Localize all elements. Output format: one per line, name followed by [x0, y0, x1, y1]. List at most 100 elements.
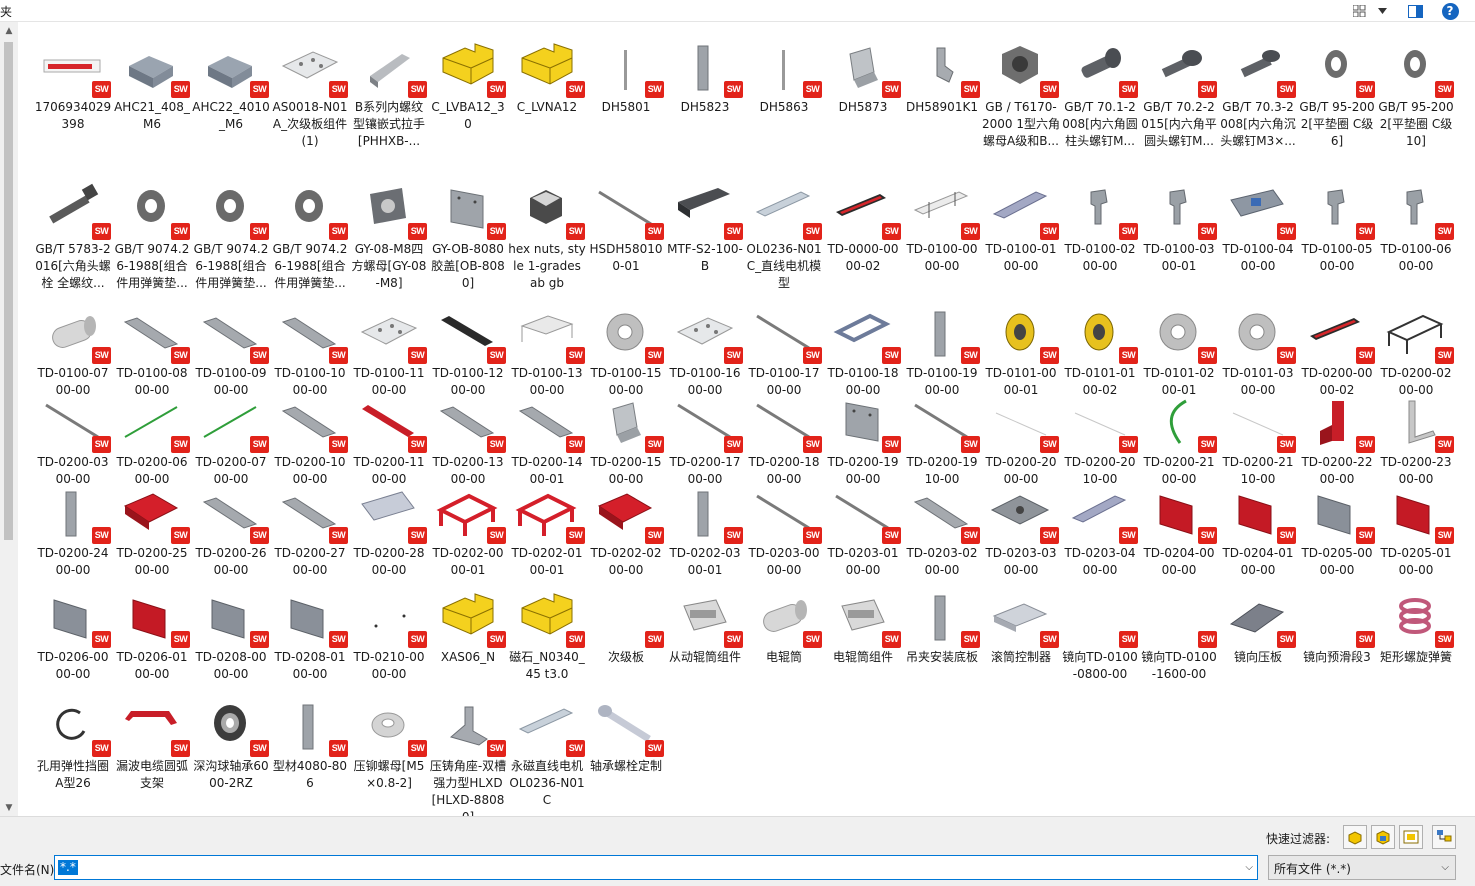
file-thumbnail: SW — [1304, 178, 1375, 240]
file-item[interactable]: SW TD-0200-2800-00 — [350, 482, 428, 598]
file-item[interactable]: SW TD-0203-0100-00 — [824, 482, 902, 598]
view-mode-button[interactable] — [1349, 0, 1371, 22]
file-item[interactable]: SW DH5873 — [824, 36, 902, 152]
file-item[interactable]: SW 深沟球轴承6000-2RZ — [192, 695, 270, 811]
file-item[interactable]: SW B系列内螺纹型镶嵌式拉手[PHHXB-... — [350, 36, 428, 152]
file-item[interactable]: SW TD-0203-0400-00 — [1061, 482, 1139, 598]
file-item[interactable]: SW HSDH580100-01 — [587, 178, 665, 294]
file-item[interactable]: SW 镜向TD-0100-1600-00 — [1140, 586, 1218, 702]
preview-pane-button[interactable] — [1404, 0, 1426, 22]
file-item[interactable]: SW TD-0204-0100-00 — [1219, 482, 1297, 598]
file-item[interactable]: SW AHC22_4010_M6 — [192, 36, 270, 152]
file-item[interactable]: SW 压铆螺母[M5×0.8-2] — [350, 695, 428, 811]
file-item[interactable]: SW GB∕T 70.1-2008[内六角圆柱头螺钉M... — [1061, 36, 1139, 152]
file-item[interactable]: SW TD-0100-0600-00 — [1377, 178, 1455, 294]
file-item[interactable]: SW 镜向压板 — [1219, 586, 1297, 702]
file-item[interactable]: SW hex nuts, style 1-grades ab gb — [508, 178, 586, 294]
file-item[interactable]: SW GB∕T 9074.26-1988[组合件用弹簧垫... — [271, 178, 349, 294]
file-item[interactable]: SW TD-0100-0500-00 — [1298, 178, 1376, 294]
file-item[interactable]: SW TD-0203-0300-00 — [982, 482, 1060, 598]
file-item[interactable]: SW GB / T6170-2000 1型六角螺母A级和B... — [982, 36, 1060, 152]
file-item[interactable]: SW TD-0000-0000-02 — [824, 178, 902, 294]
chevron-down-icon[interactable]: ⌵ — [1245, 862, 1253, 873]
help-button[interactable]: ? — [1439, 0, 1461, 22]
file-item[interactable]: SW 磁石_N0340_45 t3.0 — [508, 586, 586, 702]
file-item[interactable]: SW TD-0202-0100-01 — [508, 482, 586, 598]
file-item[interactable]: SW TD-0203-0200-00 — [903, 482, 981, 598]
top-tab[interactable]: 夹 — [0, 0, 16, 22]
file-item[interactable]: SW TD-0205-0100-00 — [1377, 482, 1455, 598]
file-item[interactable]: SW GB∕T 95-2002[平垫圈 C级 10] — [1377, 36, 1455, 152]
solidworks-badge-icon: SW — [487, 223, 506, 240]
file-item[interactable]: SW TD-0202-0300-01 — [666, 482, 744, 598]
file-item[interactable]: SW TD-0206-0100-00 — [113, 586, 191, 702]
file-item[interactable]: SW TD-0100-0400-00 — [1219, 178, 1297, 294]
file-item[interactable]: SW TD-0100-0000-00 — [903, 178, 981, 294]
file-item[interactable]: SW GY-08-M8四方螺母[GY-08-M8] — [350, 178, 428, 294]
file-item[interactable]: SW 1706934029398 — [34, 36, 112, 152]
scroll-up-arrow[interactable]: ▲ — [0, 22, 18, 39]
file-item[interactable]: SW TD-0205-0000-00 — [1298, 482, 1376, 598]
file-item[interactable]: SW TD-0206-0000-00 — [34, 586, 112, 702]
file-item[interactable]: SW C_LVBA12_30 — [429, 36, 507, 152]
filter-drawings-button[interactable] — [1399, 825, 1423, 849]
file-item[interactable]: SW 轴承螺栓定制 — [587, 695, 665, 811]
file-item[interactable]: SW TD-0100-0200-00 — [1061, 178, 1139, 294]
file-item[interactable]: SW GB∕T 95-2002[平垫圈 C级 6] — [1298, 36, 1376, 152]
file-item[interactable]: SW TD-0200-2500-00 — [113, 482, 191, 598]
file-item[interactable]: SW TD-0202-0000-01 — [429, 482, 507, 598]
file-item[interactable]: SW AS0018-N01A_次级板组件(1) — [271, 36, 349, 152]
file-item[interactable]: SW 镜向TD-0100-0800-00 — [1061, 586, 1139, 702]
file-item[interactable]: SW 镜向预滑段3 — [1298, 586, 1376, 702]
file-item[interactable]: SW压铸角座-双槽强力型HLXD[HLXD-88080] — [429, 695, 507, 824]
file-item[interactable]: SW 电辊筒组件 — [824, 586, 902, 702]
file-item[interactable]: SW TD-0202-0200-00 — [587, 482, 665, 598]
file-item[interactable]: SW 次级板 — [587, 586, 665, 702]
filter-parts-button[interactable] — [1343, 825, 1367, 849]
filter-toplevel-button[interactable] — [1432, 825, 1456, 849]
file-item[interactable]: SW TD-0200-2400-00 — [34, 482, 112, 598]
file-item[interactable]: SW 永磁直线电机OL0236-N01C — [508, 695, 586, 811]
file-item[interactable]: SW TD-0200-2700-00 — [271, 482, 349, 598]
file-item[interactable]: SW GB∕T 5783-2016[六角头螺栓 全螺纹... — [34, 178, 112, 294]
file-item[interactable]: SW 孔用弹性挡圈A型26 — [34, 695, 112, 811]
solidworks-badge-icon: SW — [92, 631, 111, 648]
scroll-down-arrow[interactable]: ▼ — [0, 799, 18, 816]
file-item[interactable]: SW GB∕T 9074.26-1988[组合件用弹簧垫... — [192, 178, 270, 294]
view-dropdown-button[interactable] — [1371, 0, 1393, 22]
file-item[interactable]: SW TD-0200-2600-00 — [192, 482, 270, 598]
file-item[interactable]: SW DH58901K1 — [903, 36, 981, 152]
scroll-thumb[interactable] — [4, 42, 13, 540]
file-item[interactable]: SW DH5801 — [587, 36, 665, 152]
file-item[interactable]: SW GB∕T 70.2-2015[内六角平圆头螺钉M... — [1140, 36, 1218, 152]
file-item[interactable]: SW TD-0210-0000-00 — [350, 586, 428, 702]
file-item[interactable]: SW 电辊筒 — [745, 586, 823, 702]
filter-assemblies-button[interactable] — [1371, 825, 1395, 849]
file-item[interactable]: SW DH5863 — [745, 36, 823, 152]
file-item[interactable]: SW TD-0208-0000-00 — [192, 586, 270, 702]
file-item[interactable]: SW GY-OB-8080胶盖[OB-8080] — [429, 178, 507, 294]
file-item[interactable]: SW TD-0100-0300-01 — [1140, 178, 1218, 294]
file-item[interactable]: SW DH5823 — [666, 36, 744, 152]
file-item[interactable]: SW TD-0203-0000-00 — [745, 482, 823, 598]
file-item[interactable]: SW AHC21_408_M6 — [113, 36, 191, 152]
solidworks-badge-icon: SW — [487, 740, 506, 757]
file-item[interactable]: SW 型材4080-806 — [271, 695, 349, 811]
filetype-select[interactable]: 所有文件 (*.*) ⌵ — [1268, 855, 1456, 880]
file-item[interactable]: SW MTF-S2-100-B — [666, 178, 744, 294]
file-item[interactable]: SW GB∕T 9074.26-1988[组合件用弹簧垫... — [113, 178, 191, 294]
filename-input[interactable]: *.* ⌵ — [54, 855, 1258, 880]
file-item[interactable]: SW TD-0204-0000-00 — [1140, 482, 1218, 598]
file-item[interactable]: SW C_LVNA12 — [508, 36, 586, 152]
file-item[interactable]: SW 漏波电缆圆弧支架 — [113, 695, 191, 811]
vertical-scrollbar[interactable]: ▲ ▼ — [0, 22, 18, 816]
file-item[interactable]: SW TD-0208-0100-00 — [271, 586, 349, 702]
file-item[interactable]: SW 滚筒控制器 — [982, 586, 1060, 702]
file-item[interactable]: SW 矩形螺旋弹簧 — [1377, 586, 1455, 702]
file-item[interactable]: SW TD-0100-0100-00 — [982, 178, 1060, 294]
file-item[interactable]: SW 吊夹安装底板 — [903, 586, 981, 702]
file-item[interactable]: SW 从动辊筒组件 — [666, 586, 744, 702]
file-item[interactable]: SW OL0236-N01C_直线电机模型 — [745, 178, 823, 294]
file-item[interactable]: SW GB∕T 70.3-2008[内六角沉头螺钉M3×... — [1219, 36, 1297, 152]
file-item[interactable]: SW XAS06_N — [429, 586, 507, 702]
